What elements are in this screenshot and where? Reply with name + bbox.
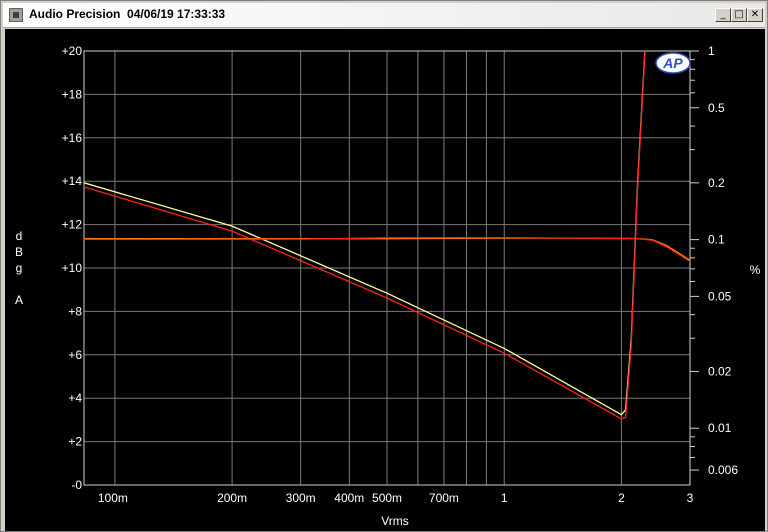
- y-left-tick-label: +6: [68, 348, 82, 362]
- x-axis-label: Vrms: [381, 514, 409, 528]
- series-line-2: [84, 51, 646, 420]
- maximize-button[interactable]: □: [731, 8, 747, 22]
- close-button[interactable]: ✕: [747, 8, 763, 22]
- y-left-axis-label-char: g: [16, 261, 23, 275]
- x-tick-label: 1: [501, 491, 508, 505]
- x-tick-label: 200m: [217, 491, 247, 505]
- window-title: Audio Precision 04/06/19 17:33:33: [29, 7, 226, 21]
- x-tick-label: 300m: [286, 491, 316, 505]
- chart[interactable]: 100m 200m 300m 400m 500m 700m 1 2 3 -0 +2 +4 +6 +8 +10…: [5, 29, 765, 531]
- axis-labels: Vrms dBg A%: [15, 229, 761, 528]
- title-bar[interactable]: Audio Precision 04/06/19 17:33:33 _ □ ✕: [3, 3, 765, 28]
- y-left-tick-label: +14: [62, 174, 83, 188]
- grid-lines: [84, 50, 699, 486]
- y-right-tick-label: 0.02: [708, 364, 732, 378]
- y-right-tick-label: 0.006: [708, 463, 738, 477]
- y-left-tick-label: +2: [68, 435, 82, 449]
- y-right-tick-label: 0.5: [708, 101, 725, 115]
- y-right-tick-label: 0.05: [708, 289, 732, 303]
- y-left-tick-label: +16: [62, 131, 83, 145]
- y-left-axis-label-char: B: [15, 245, 23, 259]
- x-tick-label: 100m: [98, 491, 128, 505]
- y-left-tick-label: +8: [68, 304, 82, 318]
- app-window: Audio Precision 04/06/19 17:33:33 _ □ ✕ …: [0, 0, 768, 532]
- app-icon[interactable]: [9, 8, 23, 22]
- ap-logo: AP: [655, 52, 691, 74]
- y-right-axis-label: %: [750, 263, 761, 277]
- y-right-tick-label: 0.2: [708, 176, 725, 190]
- x-tick-label: 500m: [372, 491, 402, 505]
- y-left-tick-label: +12: [62, 218, 83, 232]
- y-right-tick-label: 1: [708, 44, 715, 58]
- x-tick-label: 3: [687, 491, 694, 505]
- y-left-tick-label: -0: [71, 478, 82, 492]
- y-left-tick-label: +4: [68, 391, 82, 405]
- x-tick-label: 400m: [334, 491, 364, 505]
- tick-labels: 100m 200m 300m 400m 500m 700m 1 2 3 -0 +2 +4 +6 +8 +10…: [62, 44, 739, 505]
- y-left-tick-label: +18: [62, 87, 83, 101]
- x-tick-label: 2: [618, 491, 625, 505]
- series-line-1: [84, 51, 646, 416]
- y-left-tick-label: +20: [62, 44, 83, 58]
- y-right-tick-label: 0.01: [708, 421, 732, 435]
- graph-panel[interactable]: 100m 200m 300m 400m 500m 700m 1 2 3 -0 +2 +4 +6 +8 +10…: [5, 29, 765, 531]
- x-tick-label: 700m: [429, 491, 459, 505]
- y-left-axis-label-char: A: [15, 293, 23, 307]
- minimize-button[interactable]: _: [715, 8, 731, 22]
- ap-logo-text: AP: [662, 55, 683, 71]
- y-left-tick-label: +10: [62, 261, 83, 275]
- y-left-axis-label-char: d: [16, 229, 23, 243]
- y-right-tick-label: 0.1: [708, 233, 725, 247]
